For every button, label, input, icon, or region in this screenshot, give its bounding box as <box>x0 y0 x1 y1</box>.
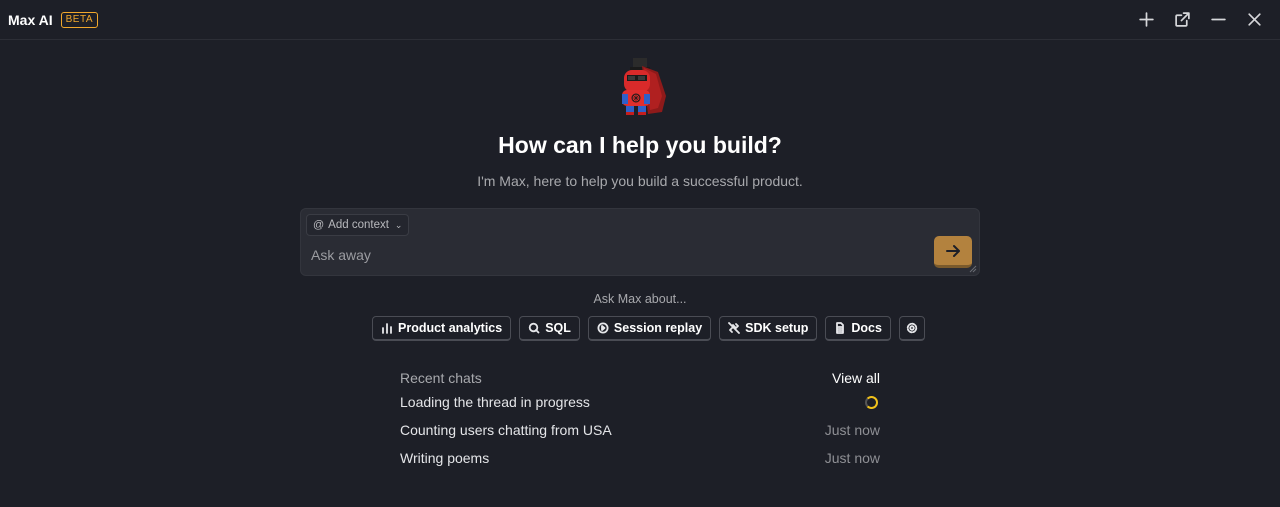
chip-label: SQL <box>545 321 571 335</box>
chip-sdk-setup[interactable]: SDK setup <box>719 316 818 341</box>
send-button[interactable] <box>934 236 972 268</box>
minus-icon <box>1210 18 1226 21</box>
chat-time: Just now <box>824 450 880 466</box>
chevron-down-icon: ⌄ <box>394 219 403 230</box>
recent-chats-title: Recent chats <box>400 370 482 386</box>
chip-label: Product analytics <box>398 321 503 335</box>
chat-title: Loading the thread in progress <box>400 394 590 410</box>
page-subtitle: I'm Max, here to help you build a succes… <box>477 173 803 189</box>
plus-icon <box>1138 12 1154 27</box>
gear-icon <box>906 322 918 334</box>
chip-sql[interactable]: SQL <box>519 316 580 341</box>
document-icon <box>836 322 845 334</box>
top-bar: Max AI BETA <box>0 0 1280 40</box>
add-context-label: Add context <box>328 219 389 231</box>
chip-docs[interactable]: Docs <box>825 316 891 341</box>
prompt-input[interactable] <box>311 245 911 265</box>
chat-row[interactable]: Writing poems Just now <box>400 444 880 472</box>
minimize-button[interactable] <box>1200 2 1236 38</box>
chip-label: Session replay <box>613 321 703 335</box>
close-icon <box>1247 13 1261 26</box>
max-hedgehog-mascot <box>622 58 666 115</box>
sql-icon <box>529 322 540 334</box>
chip-session-replay[interactable]: Session replay <box>587 316 712 341</box>
window-actions <box>1128 2 1272 38</box>
prompt-box: @ Add context ⌄ <box>300 208 980 276</box>
chip-label: SDK setup <box>745 321 809 335</box>
close-button[interactable] <box>1236 2 1272 38</box>
external-link-icon <box>1174 12 1190 27</box>
view-all-link[interactable]: View all <box>832 370 880 386</box>
suggestions-settings-button[interactable] <box>898 316 925 341</box>
chat-title: Counting users chatting from USA <box>400 422 612 438</box>
arrow-right-icon <box>946 244 960 257</box>
recent-chats-header: Recent chats View all <box>400 368 880 388</box>
loading-spinner-icon <box>865 395 878 409</box>
chat-time: Just now <box>824 422 880 438</box>
app-title: Max AI <box>8 11 53 28</box>
recent-chats: Recent chats View all Loading the thread… <box>400 368 880 472</box>
chat-title: Writing poems <box>400 450 490 466</box>
bar-chart-icon <box>382 323 392 334</box>
replay-icon <box>597 322 609 334</box>
main-panel: How can I help you build? I'm Max, here … <box>0 40 1280 507</box>
new-chat-button[interactable] <box>1128 2 1164 38</box>
chat-row[interactable]: Loading the thread in progress <box>400 388 880 416</box>
page-title: How can I help you build? <box>498 132 782 158</box>
suggestion-chips: Product analytics SQL Session replay SDK… <box>372 316 925 342</box>
suggestions-label: Ask Max about... <box>593 292 687 306</box>
open-external-button[interactable] <box>1164 2 1200 38</box>
resize-handle[interactable] <box>969 265 977 273</box>
chip-product-analytics[interactable]: Product analytics <box>372 316 512 341</box>
at-icon: @ <box>313 219 325 231</box>
chip-label: Docs <box>851 321 882 335</box>
chat-row[interactable]: Counting users chatting from USA Just no… <box>400 416 880 444</box>
add-context-button[interactable]: @ Add context ⌄ <box>306 214 410 236</box>
plug-icon <box>728 322 741 334</box>
beta-badge: BETA <box>60 11 98 28</box>
